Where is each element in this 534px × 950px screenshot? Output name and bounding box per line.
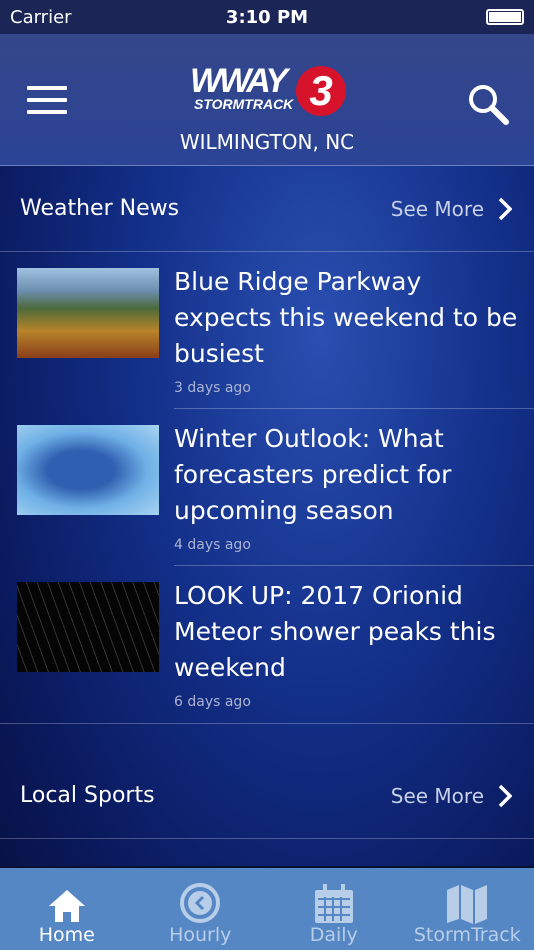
home-icon <box>48 890 85 922</box>
calendar-icon <box>314 884 353 923</box>
chevron-right-icon <box>498 784 512 807</box>
tab-hourly[interactable]: Hourly <box>134 868 268 950</box>
tab-label: Daily <box>309 924 358 946</box>
menu-icon[interactable] <box>27 86 67 122</box>
news-age: 4 days ago <box>174 537 251 553</box>
news-age: 3 days ago <box>174 380 251 396</box>
see-more-label: See More <box>390 196 484 221</box>
weather-news-header: Weather News See More <box>0 166 534 252</box>
logo: WWAY STORMTRACK 3 <box>190 62 346 118</box>
header: WWAY STORMTRACK 3 WILMINGTON, NC <box>0 34 534 166</box>
news-thumbnail <box>17 425 159 515</box>
news-item[interactable]: Blue Ridge Parkway expects this weekend … <box>0 252 534 409</box>
tab-bar: Home Hourly Daily StormTrack <box>0 866 534 950</box>
tab-home[interactable]: Home <box>0 868 134 950</box>
clock: 3:10 PM <box>225 6 309 28</box>
map-icon <box>447 885 488 924</box>
see-more-weather-button[interactable]: See More <box>391 197 512 221</box>
chevron-right-icon <box>498 197 512 220</box>
clock-icon <box>180 883 221 923</box>
news-thumbnail <box>17 582 159 672</box>
tab-label: Home <box>38 924 95 946</box>
battery-icon <box>486 9 524 25</box>
news-age: 6 days ago <box>174 694 251 710</box>
news-item[interactable]: Winter Outlook: What forecasters predict… <box>0 409 534 566</box>
news-list: Blue Ridge Parkway expects this weekend … <box>0 252 534 723</box>
news-item[interactable]: LOOK UP: 2017 Orionid Meteor shower peak… <box>0 566 534 723</box>
location-label[interactable]: WILMINGTON, NC <box>0 130 534 154</box>
divider <box>0 723 534 753</box>
search-icon[interactable] <box>466 82 510 126</box>
see-more-label: See More <box>390 783 484 808</box>
status-bar: Carrier 3:10 PM <box>0 0 534 34</box>
local-sports-header: Local Sports See More <box>0 753 534 839</box>
section-title: Weather News <box>20 196 180 221</box>
news-headline: Blue Ridge Parkway expects this weekend … <box>174 267 518 368</box>
tab-stormtrack[interactable]: StormTrack <box>401 868 534 950</box>
section-title: Local Sports <box>20 783 155 808</box>
tab-daily[interactable]: Daily <box>267 868 401 950</box>
news-headline: Winter Outlook: What forecasters predict… <box>174 424 452 525</box>
carrier: Carrier <box>10 6 72 28</box>
news-headline: LOOK UP: 2017 Orionid Meteor shower peak… <box>174 581 496 682</box>
tab-label: Hourly <box>169 924 232 946</box>
tab-label: StormTrack <box>413 924 521 946</box>
see-more-sports-button[interactable]: See More <box>391 784 512 808</box>
news-thumbnail <box>17 268 159 358</box>
